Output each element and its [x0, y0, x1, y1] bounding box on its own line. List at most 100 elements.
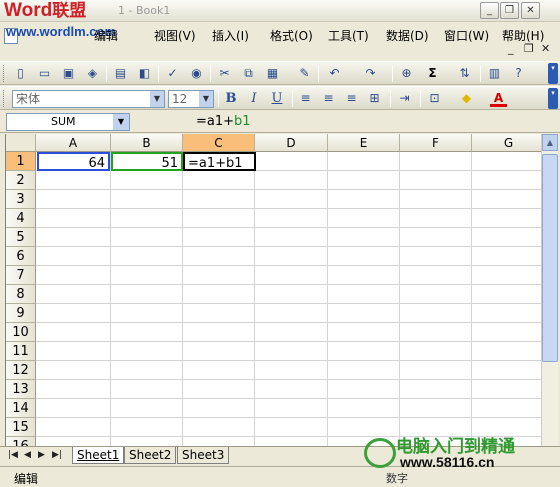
menu-data[interactable]: 数据(D) — [386, 27, 429, 44]
open-folder-icon[interactable]: ▭ — [36, 65, 53, 82]
select-all-corner[interactable] — [6, 134, 36, 152]
gridline — [36, 379, 541, 380]
font-name-select[interactable]: 宋体 ▼ — [12, 90, 165, 108]
scroll-thumb[interactable] — [542, 154, 558, 362]
menu-view[interactable]: 视图(V) — [154, 27, 196, 44]
sheet-tab-2[interactable]: Sheet2 — [124, 447, 177, 464]
row-header-1[interactable]: 1 — [6, 152, 36, 171]
borders-icon[interactable]: ⊡ — [426, 90, 443, 107]
formula-input[interactable]: =a1+b1 — [196, 113, 251, 131]
chevron-down-icon[interactable]: ▼ — [113, 114, 129, 130]
print-icon[interactable]: ▤ — [112, 65, 129, 82]
chevron-down-icon[interactable]: ▼ — [150, 91, 164, 107]
column-header-d[interactable]: D — [255, 134, 328, 152]
row-header-6[interactable]: 6 — [6, 247, 36, 266]
copy-icon[interactable]: ⧉ — [240, 65, 257, 82]
merge-center-icon[interactable]: ⊞ — [366, 90, 383, 107]
row-header-3[interactable]: 3 — [6, 190, 36, 209]
vertical-scrollbar[interactable]: ▲ — [541, 134, 558, 446]
gridline — [36, 398, 541, 399]
menu-window[interactable]: 窗口(W) — [444, 27, 489, 44]
mdi-restore-button[interactable]: ❐ — [524, 42, 534, 55]
row-header-9[interactable]: 9 — [6, 304, 36, 323]
column-header-f[interactable]: F — [400, 134, 472, 152]
column-header-e[interactable]: E — [328, 134, 400, 152]
fill-color-icon[interactable]: ◆ — [458, 90, 475, 107]
cell-c1[interactable]: =a1+b1 — [183, 152, 256, 171]
align-left-icon[interactable]: ≡ — [297, 90, 314, 107]
column-header-b[interactable]: B — [111, 134, 183, 152]
sort-ascending-icon[interactable]: ⇅ — [456, 65, 473, 82]
chart-wizard-icon[interactable]: ▥ — [486, 65, 503, 82]
mdi-close-button[interactable]: ✕ — [541, 42, 550, 55]
first-sheet-icon[interactable]: |◀ — [8, 450, 18, 460]
cut-icon[interactable]: ✂ — [216, 65, 233, 82]
row-header-7[interactable]: 7 — [6, 266, 36, 285]
redo-icon[interactable]: ↷ — [362, 65, 379, 82]
scroll-up-icon[interactable]: ▲ — [542, 134, 558, 151]
gridline — [36, 284, 541, 285]
row-header-8[interactable]: 8 — [6, 285, 36, 304]
sheet-tab-1[interactable]: Sheet1 — [72, 447, 125, 464]
toolbar-options-icon[interactable]: ▾ — [548, 63, 558, 84]
toolbar-separator — [390, 90, 391, 107]
menu-insert[interactable]: 插入(I) — [212, 27, 249, 44]
new-file-icon[interactable]: ▯ — [12, 65, 29, 82]
save-icon[interactable]: ▣ — [60, 65, 77, 82]
prev-sheet-icon[interactable]: ◀ — [24, 450, 31, 460]
sheet-tab-3[interactable]: Sheet3 — [177, 447, 230, 464]
last-sheet-icon[interactable]: ▶| — [52, 450, 62, 460]
mdi-minimize-button[interactable]: _ — [508, 42, 514, 55]
column-header-c[interactable]: C — [183, 134, 255, 152]
research-icon[interactable]: ◉ — [188, 65, 205, 82]
align-center-icon[interactable]: ≡ — [320, 90, 337, 107]
gridline — [182, 152, 183, 446]
next-sheet-icon[interactable]: ▶ — [38, 450, 45, 460]
column-header-a[interactable]: A — [36, 134, 111, 152]
menu-edit[interactable]: 编辑 — [94, 27, 118, 44]
font-name-value: 宋体 — [16, 92, 41, 106]
undo-icon[interactable]: ↶ — [326, 65, 343, 82]
cell-a1[interactable]: 64 — [37, 152, 110, 171]
restore-button[interactable]: ❐ — [500, 2, 519, 19]
italic-button[interactable]: I — [245, 90, 263, 107]
row-header-4[interactable]: 4 — [6, 209, 36, 228]
align-right-icon[interactable]: ≡ — [343, 90, 360, 107]
increase-indent-icon[interactable]: ⇥ — [396, 90, 413, 107]
bold-button[interactable]: B — [222, 90, 240, 107]
paste-icon[interactable]: ▦ — [264, 65, 281, 82]
close-button[interactable]: ✕ — [521, 2, 540, 19]
menu-format[interactable]: 格式(O) — [270, 27, 313, 44]
gridline — [36, 265, 541, 266]
menu-tools[interactable]: 工具(T) — [328, 27, 369, 44]
spelling-icon[interactable]: ✓ — [164, 65, 181, 82]
row-header-14[interactable]: 14 — [6, 399, 36, 418]
toolbar-grip[interactable] — [3, 65, 6, 82]
hyperlink-icon[interactable]: ⊕ — [398, 65, 415, 82]
row-header-5[interactable]: 5 — [6, 228, 36, 247]
print-preview-icon[interactable]: ◧ — [136, 65, 153, 82]
toolbar-grip[interactable] — [3, 90, 6, 107]
autosum-icon[interactable]: Σ — [424, 65, 441, 82]
font-size-select[interactable]: 12 ▼ — [168, 90, 214, 108]
row-header-13[interactable]: 13 — [6, 380, 36, 399]
format-painter-icon[interactable]: ✎ — [296, 65, 313, 82]
row-header-15[interactable]: 15 — [6, 418, 36, 437]
row-header-11[interactable]: 11 — [6, 342, 36, 361]
font-color-icon[interactable]: A — [490, 90, 507, 107]
row-header-16[interactable]: 16 — [6, 437, 36, 446]
window-title: 1 - Book1 — [118, 4, 171, 17]
help-icon[interactable]: ? — [510, 65, 527, 82]
row-header-10[interactable]: 10 — [6, 323, 36, 342]
row-header-2[interactable]: 2 — [6, 171, 36, 190]
cell-b1[interactable]: 51 — [111, 152, 183, 171]
row-header-12[interactable]: 12 — [6, 361, 36, 380]
minimize-button[interactable]: _ — [480, 2, 499, 19]
column-header-g[interactable]: G — [472, 134, 541, 152]
permission-icon[interactable]: ◈ — [84, 65, 101, 82]
chevron-down-icon[interactable]: ▼ — [199, 91, 213, 107]
name-box[interactable]: SUM ▼ — [6, 113, 130, 131]
underline-button[interactable]: U — [268, 90, 286, 107]
toolbar-options-icon[interactable]: ▾ — [548, 88, 558, 109]
worksheet-grid[interactable]: A B C D E F G 1 2 3 4 5 6 7 8 9 10 11 12… — [5, 134, 541, 446]
